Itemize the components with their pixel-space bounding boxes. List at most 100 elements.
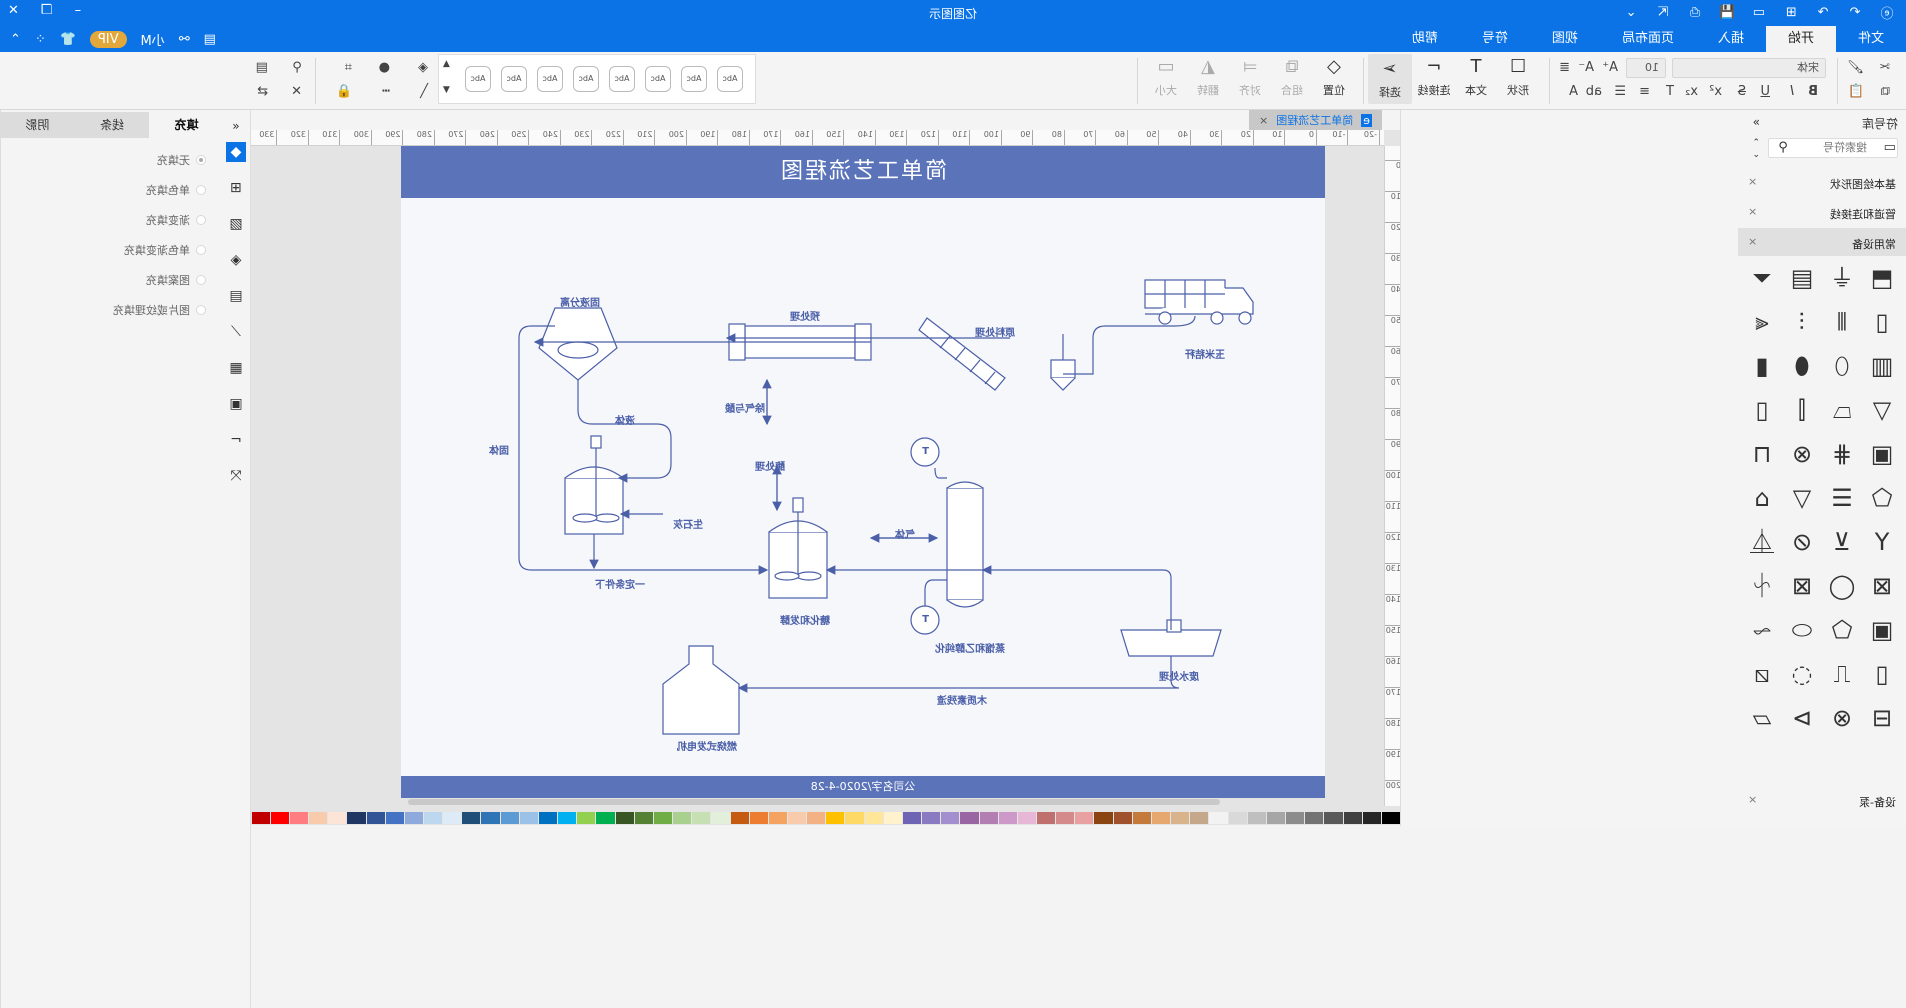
palette-swatch[interactable] [615,812,634,824]
palette-swatch[interactable] [462,812,481,824]
gallery-up-icon[interactable]: ▲ [443,59,450,69]
tab-fill[interactable]: 填充 [149,112,224,138]
equipment-symbol-icon[interactable]: ▤ [1784,260,1820,296]
equipment-symbol-icon[interactable]: ▽ [1784,480,1820,516]
equipment-symbol-icon[interactable]: ⏦ [1744,612,1780,648]
group-button[interactable]: ⧉ 组合 [1272,52,1312,98]
equipment-symbol-icon[interactable]: ⬭ [1784,612,1820,648]
palette-swatch[interactable] [1286,812,1305,824]
label-solid[interactable]: 固体 [489,442,509,457]
palette-swatch[interactable] [749,812,768,824]
find-icon[interactable]: ⚲ [292,60,302,75]
palette-swatch[interactable] [826,812,845,824]
copy-icon[interactable]: ⧉ [1881,84,1890,99]
palette-swatch[interactable] [1228,812,1247,824]
equipment-symbol-icon[interactable]: ⬠ [1864,480,1900,516]
label-saccharification[interactable]: 糖化和发酵 [780,612,830,627]
flip-button[interactable]: ◭ 翻转 [1188,52,1228,98]
generator-shape[interactable] [662,645,740,735]
palette-swatch[interactable] [711,812,730,824]
palette-swatch[interactable] [730,812,749,824]
equipment-symbol-icon[interactable]: ⬯ [1824,348,1860,384]
flow-corn-to-hopper[interactable] [1063,315,1196,375]
timeline-icon[interactable]: ⌐ [226,430,246,450]
horizontal-scrollbar[interactable] [408,799,1220,805]
italic-icon[interactable]: I [1790,84,1794,99]
user-name[interactable]: 小M [141,30,165,49]
superscript-icon[interactable]: x² [1709,84,1722,99]
label-solid-liquid-separation[interactable]: 固液分离 [560,294,600,309]
equipment-symbol-icon[interactable]: ⏢ [1824,392,1860,428]
palette-swatch[interactable] [807,812,826,824]
underline-icon[interactable]: U [1760,84,1770,99]
fullscreen-icon[interactable]: ⤧ [226,466,246,486]
palette-swatch[interactable] [1094,812,1113,824]
diagram-page[interactable]: 简单工艺流程图 公司名字/2020-4-28 玉米秸秆 原料处理 预处理 固液分… [401,146,1325,798]
palette-swatch[interactable] [960,812,979,824]
equipment-symbol-icon[interactable]: ⋕ [1824,436,1860,472]
palette-swatch[interactable] [1171,812,1190,824]
equipment-symbol-icon[interactable]: ⫶ [1784,304,1820,340]
menu-tab-insert[interactable]: 插入 [1696,26,1766,52]
minimize-button[interactable]: – [75,3,82,18]
equipment-symbol-icon[interactable]: ⏅ [1744,524,1780,560]
menu-tab-home[interactable]: 开始 [1765,26,1836,52]
truck-shape[interactable] [1144,279,1254,325]
close-tab-icon[interactable]: × [1259,114,1268,127]
radio-button[interactable] [196,245,206,255]
palette-swatch[interactable] [979,812,998,824]
palette-swatch[interactable] [1381,812,1400,824]
equipment-symbol-icon[interactable]: ⊗ [1824,700,1860,736]
label-certain-condition[interactable]: 一定条件下 [595,576,645,591]
palette-swatch[interactable] [1266,812,1286,824]
flow-t-bottom[interactable] [924,579,947,606]
palette-swatch[interactable] [998,812,1017,824]
text-highlight-icon[interactable]: ab [1586,84,1602,99]
page-footer[interactable]: 公司名字/2020-4-28 [401,776,1325,798]
image-icon[interactable]: ▨ [226,214,246,234]
menu-tab-help[interactable]: 帮助 [1390,26,1460,52]
palette-swatch[interactable] [1075,812,1094,824]
line-style-icon[interactable]: ┅ [382,84,390,99]
palette-swatch[interactable] [366,812,385,824]
font-size-select[interactable]: 10 [1626,58,1666,78]
feed-hopper-shape[interactable] [1050,334,1076,391]
radio-button[interactable] [196,305,206,315]
label-enzyme[interactable]: 酶处理 [755,458,785,473]
menu-tab-symbols[interactable]: 符号 [1460,26,1530,52]
palette-swatch[interactable] [404,812,424,824]
equipment-symbol-icon[interactable]: ⊗ [1784,436,1820,472]
palette-swatch[interactable] [385,812,404,824]
palette-swatch[interactable] [481,812,500,824]
label-degas-acid[interactable]: 除气与酸 [725,400,765,415]
equipment-symbol-icon[interactable]: ⊳ [1784,700,1820,736]
palette-swatch[interactable] [1132,812,1151,824]
equipment-symbol-icon[interactable]: ▣ [1864,436,1900,472]
equipment-symbol-icon[interactable]: ⬠ [1824,612,1860,648]
palette-swatch[interactable] [1151,812,1171,824]
label-pretreatment[interactable]: 预处理 [790,308,820,323]
palette-swatch[interactable] [692,812,711,824]
scroll-down-icon[interactable]: ⌄ [1752,150,1760,160]
equipment-symbol-icon[interactable]: ⫿ [1784,392,1820,428]
bold-icon[interactable]: B [1808,84,1818,99]
theme-icon[interactable]: 👕 [60,32,76,47]
library-menu-icon[interactable]: ▭ [1884,140,1896,155]
radio-button[interactable] [196,275,206,285]
equipment-symbol-icon[interactable]: ⊠ [1864,568,1900,604]
tools-icon[interactable]: ✕ [291,84,302,99]
font-family-select[interactable]: 宋体 [1672,58,1826,78]
palette-swatch[interactable] [653,812,673,824]
flow-liquid[interactable] [577,380,672,483]
equipment-symbol-icon[interactable]: Y [1864,524,1900,560]
equipment-symbol-icon[interactable]: ⬮ [1784,348,1820,384]
palette-swatch[interactable] [596,812,615,824]
tab-shadow[interactable]: 阴影 [0,112,75,138]
palette-swatch[interactable] [1056,812,1075,824]
font-color-icon[interactable]: A [1569,84,1578,99]
fill-option-picture[interactable]: 图片或纹理填充 [113,302,206,318]
close-category-icon[interactable]: × [1748,235,1757,248]
scroll-up-icon[interactable]: ⌃ [1752,138,1760,148]
equipment-symbol-icon[interactable]: ⏚ [1824,260,1860,296]
label-liquid[interactable]: 液体 [615,412,635,427]
